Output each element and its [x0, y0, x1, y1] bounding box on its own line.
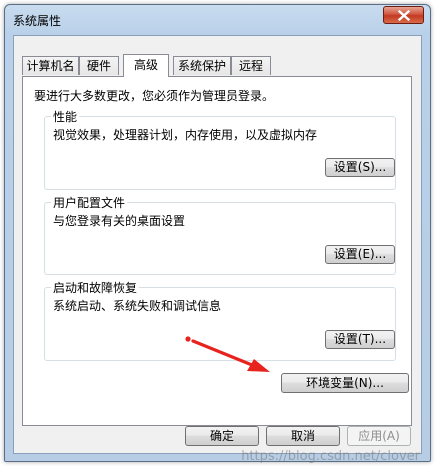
environment-variables-button[interactable]: 环境变量(N)... [281, 373, 409, 393]
advanced-tab-panel: 要进行大多数更改，您必须作为管理员登录。 性能 视觉效果，处理器计划，内存使用，… [22, 76, 412, 426]
tab-hardware[interactable]: 硬件 [79, 56, 119, 75]
performance-title: 性能 [51, 108, 80, 125]
window-title: 系统属性 [13, 14, 62, 28]
apply-button[interactable]: 应用(A) [347, 426, 411, 446]
performance-description: 视觉效果，处理器计划，内存使用，以及虚拟内存 [53, 128, 318, 142]
startup-recovery-title: 启动和故障恢复 [51, 279, 140, 296]
performance-settings-button[interactable]: 设置(S)... [325, 158, 395, 177]
system-properties-window: 系统属性 计算机名 硬件 高级 系统保护 远程 要进行大多数更改，您必须作为管理… [4, 4, 431, 462]
admin-notice: 要进行大多数更改，您必须作为管理员登录。 [34, 89, 275, 103]
user-profiles-description: 与您登录有关的桌面设置 [53, 214, 186, 228]
close-button[interactable] [383, 6, 424, 24]
dialog-client-area: 计算机名 硬件 高级 系统保护 远程 要进行大多数更改，您必须作为管理员登录。 … [13, 35, 422, 454]
user-profiles-group: 用户配置文件 与您登录有关的桌面设置 设置(E)... [44, 194, 396, 275]
ok-button[interactable]: 确定 [185, 426, 259, 446]
tab-remote[interactable]: 远程 [231, 56, 271, 75]
user-profiles-settings-button[interactable]: 设置(E)... [325, 245, 395, 264]
tab-computer-name[interactable]: 计算机名 [22, 56, 79, 75]
performance-group: 性能 视觉效果，处理器计划，内存使用，以及虚拟内存 设置(S)... [44, 108, 396, 190]
startup-recovery-group: 启动和故障恢复 系统启动、系统失败和调试信息 设置(T)... [44, 279, 396, 361]
tab-system-protection[interactable]: 系统保护 [173, 56, 231, 75]
startup-recovery-description: 系统启动、系统失败和调试信息 [53, 299, 222, 313]
watermark-text: https://blog.csdn.net/clover [241, 449, 420, 464]
startup-recovery-settings-button[interactable]: 设置(T)... [325, 330, 395, 349]
close-icon [397, 9, 410, 21]
user-profiles-title: 用户配置文件 [51, 194, 128, 211]
cancel-button[interactable]: 取消 [266, 426, 340, 446]
tab-advanced[interactable]: 高级 [123, 54, 169, 77]
title-bar[interactable]: 系统属性 [5, 5, 430, 33]
